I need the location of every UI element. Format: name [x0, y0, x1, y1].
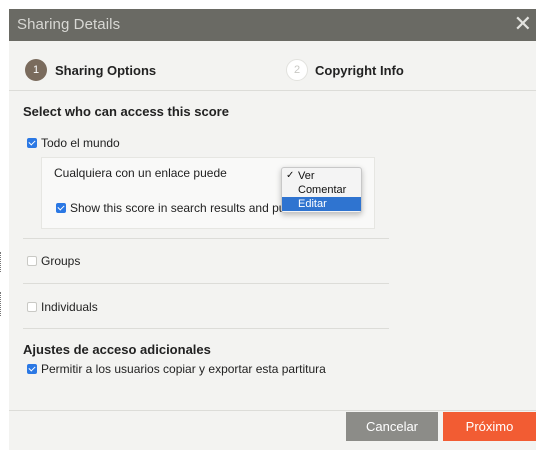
search-results-checkbox[interactable]	[56, 203, 66, 213]
step-2-label[interactable]: Copyright Info	[315, 63, 404, 78]
access-heading: Select who can access this score	[23, 104, 229, 119]
copy-export-checkbox[interactable]	[27, 364, 37, 374]
dropdown-option-ver[interactable]: ✓ Ver	[282, 169, 361, 183]
footer-divider	[9, 410, 536, 411]
individuals-label[interactable]: Individuals	[41, 300, 98, 314]
left-edge-dots-bottom	[0, 292, 3, 316]
next-button[interactable]: Próximo	[443, 412, 536, 441]
step-1-number[interactable]: 1	[25, 59, 47, 81]
groups-checkbox[interactable]	[27, 256, 37, 266]
individuals-checkbox[interactable]	[27, 302, 37, 312]
checkmark-icon: ✓	[286, 170, 295, 181]
close-icon[interactable]: ✕	[514, 11, 532, 37]
sharing-details-dialog: Sharing Details ✕ 1 Sharing Options 2 Co…	[9, 9, 536, 450]
dropdown-option-editar[interactable]: Editar	[282, 197, 361, 211]
steps-divider	[9, 90, 536, 91]
dropdown-option-comentar[interactable]: Comentar	[282, 183, 361, 197]
copy-export-label[interactable]: Permitir a los usuarios copiar y exporta…	[41, 362, 326, 376]
link-permission-label: Cualquiera con un enlace puede	[54, 166, 227, 180]
search-results-label[interactable]: Show this score in search results and pu…	[70, 201, 303, 215]
everyone-checkbox[interactable]	[27, 138, 37, 148]
divider-after-individuals	[23, 328, 389, 329]
cancel-button[interactable]: Cancelar	[346, 412, 438, 441]
groups-label[interactable]: Groups	[41, 254, 80, 268]
everyone-label[interactable]: Todo el mundo	[41, 136, 120, 150]
left-edge-dots-top	[0, 252, 3, 272]
dialog-title: Sharing Details	[17, 16, 121, 33]
step-1-label[interactable]: Sharing Options	[55, 63, 156, 78]
dropdown-option-ver-label: Ver	[298, 170, 315, 182]
additional-heading: Ajustes de acceso adicionales	[23, 342, 211, 357]
divider-after-everyone	[23, 238, 389, 239]
step-2-number[interactable]: 2	[286, 59, 308, 81]
divider-after-groups	[23, 283, 389, 284]
dropdown-option-editar-label: Editar	[298, 198, 327, 210]
dropdown-option-comentar-label: Comentar	[298, 184, 347, 196]
dialog-titlebar: Sharing Details ✕	[9, 9, 536, 41]
permission-dropdown-menu[interactable]: ✓ Ver Comentar Editar	[281, 167, 362, 213]
